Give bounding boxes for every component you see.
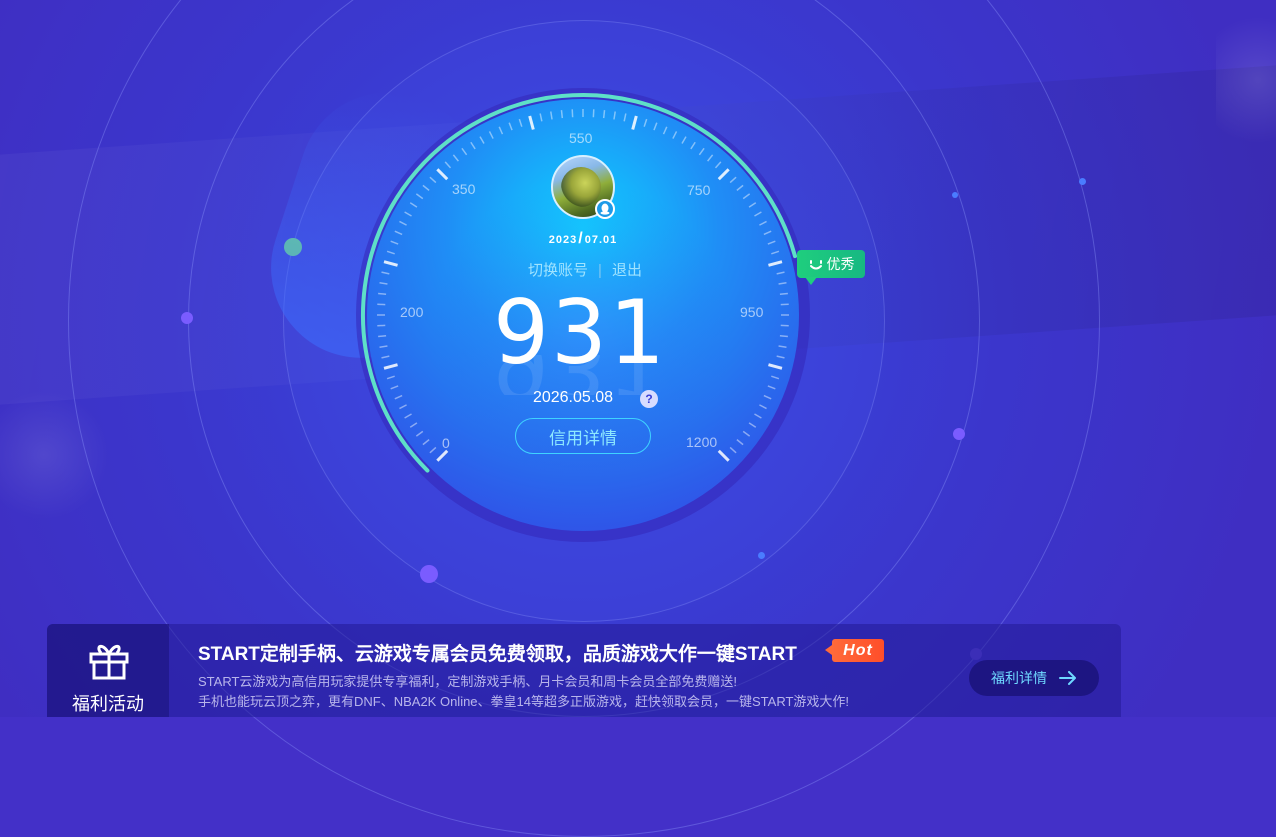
gauge-tick [780, 293, 788, 294]
profile-date-year: 2023 [549, 234, 577, 246]
help-icon[interactable]: ? [640, 390, 658, 408]
gauge-label-350: 350 [452, 181, 475, 197]
gauge-label-0: 0 [442, 435, 450, 451]
switch-account-link[interactable]: 切换账号 [528, 262, 588, 279]
banner-description: START云游戏为高信用玩家提供专享福利，定制游戏手柄、月卡会员和周卡会员全部免… [198, 672, 849, 712]
arrow-right-icon [1059, 671, 1077, 685]
profile-date: 2023/07.01 [520, 230, 646, 248]
logout-link[interactable]: 退出 [612, 262, 642, 279]
smile-icon [808, 256, 824, 272]
date-slash: / [578, 230, 583, 247]
gauge-label-950: 950 [740, 304, 763, 320]
banner-desc-line-1: START云游戏为高信用玩家提供专享福利，定制游戏手柄、月卡会员和周卡会员全部免… [198, 672, 849, 692]
gift-icon [87, 640, 131, 680]
gauge-tick [780, 336, 788, 337]
gauge-tick [604, 110, 605, 118]
account-actions: 切换账号 | 退出 [505, 259, 665, 280]
profile-date-monthday: 07.01 [585, 234, 618, 246]
hot-badge: Hot [832, 639, 884, 662]
qq-penguin-icon [595, 199, 615, 219]
gauge-label-550: 550 [569, 130, 592, 146]
rating-badge-tail [805, 277, 817, 285]
gauge-tick [378, 293, 386, 294]
avatar-image [561, 167, 601, 207]
welfare-details-button[interactable]: 福利详情 [969, 660, 1099, 696]
banner-desc-line-2: 手机也能玩云顶之弈，更有DNF、NBA2K Online、拳皇14等超多正版游戏… [198, 692, 849, 712]
gauge-label-750: 750 [687, 182, 710, 198]
gauge-tick [378, 336, 386, 337]
welfare-details-label: 福利详情 [991, 668, 1047, 688]
welfare-banner: 福利活动 START定制手柄、云游戏专属会员免费领取，品质游戏大作一键START… [47, 624, 1121, 717]
rating-badge: 优秀 [797, 250, 865, 278]
banner-label: 福利活动 [47, 690, 169, 716]
gauge-label-1200: 1200 [686, 434, 717, 450]
account-separator: | [598, 262, 602, 279]
gauge-label-200: 200 [400, 304, 423, 320]
credit-details-button[interactable]: 信用详情 [515, 418, 651, 454]
score-date: 2026.05.08 [515, 389, 631, 407]
banner-title: START定制手柄、云游戏专属会员免费领取，品质游戏大作一键START [198, 639, 797, 666]
gauge-tick [561, 110, 562, 118]
banner-left-panel: 福利活动 [47, 624, 169, 717]
rating-label: 优秀 [827, 254, 855, 274]
